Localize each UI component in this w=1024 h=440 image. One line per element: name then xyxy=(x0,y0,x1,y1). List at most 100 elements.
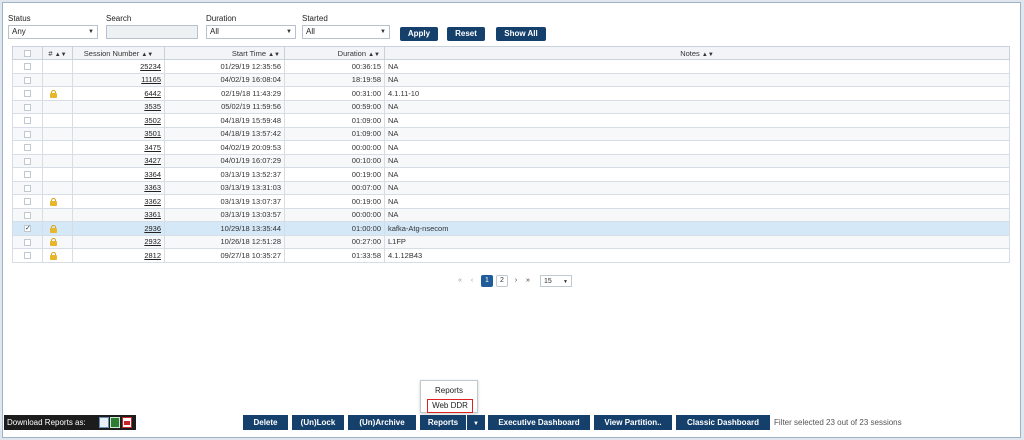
row-checkbox[interactable] xyxy=(24,130,31,138)
session-number-link[interactable]: 25234 xyxy=(72,59,165,74)
row-checkbox[interactable] xyxy=(24,184,31,192)
table-row[interactable]: 3361 03/13/19 13:03:57 00:00:00 NA xyxy=(12,207,1010,222)
row-checkbox-cell[interactable] xyxy=(12,248,43,263)
row-checkbox[interactable] xyxy=(24,117,31,125)
row-checkbox[interactable] xyxy=(24,157,31,165)
duration-select[interactable]: All ▼ xyxy=(206,25,296,39)
row-checkbox[interactable] xyxy=(24,103,31,111)
view-partition-button[interactable]: View Partition.. xyxy=(594,415,672,430)
table-row[interactable]: 11165 04/02/19 16:08:04 18:19:58 NA xyxy=(12,72,1010,87)
delete-button[interactable]: Delete xyxy=(243,415,288,430)
session-number-link[interactable]: 6442 xyxy=(72,86,165,101)
pdf-icon[interactable] xyxy=(122,417,132,428)
row-checkbox-cell[interactable] xyxy=(12,126,43,141)
lock-column-header[interactable]: # ▲▼ xyxy=(42,46,73,60)
first-page-icon[interactable]: « xyxy=(456,275,464,287)
unlock-button[interactable]: (Un)Lock xyxy=(292,415,344,430)
table-row[interactable]: 3427 04/01/19 16:07:29 00:10:00 NA xyxy=(12,153,1010,168)
table-row[interactable]: 3362 03/13/19 13:07:37 00:19:00 NA xyxy=(12,194,1010,209)
row-checkbox-cell[interactable] xyxy=(12,194,43,209)
start-column-header[interactable]: Start Time ▲▼ xyxy=(164,46,285,60)
select-all-checkbox[interactable] xyxy=(24,50,31,58)
table-row[interactable]: 3535 05/02/19 11:59:56 00:59:00 NA xyxy=(12,99,1010,114)
session-number-link[interactable]: 3535 xyxy=(72,99,165,114)
duration-column-header[interactable]: Duration ▲▼ xyxy=(284,46,385,60)
row-checkbox[interactable] xyxy=(24,171,31,179)
web-ddr-menu-item[interactable]: Web DDR xyxy=(427,399,473,413)
table-row[interactable]: 2932 10/26/18 12:51:28 00:27:00 L1FP xyxy=(12,234,1010,249)
table-row[interactable]: 6442 02/19/18 11:43:29 00:31:00 4.1.11-10 xyxy=(12,86,1010,101)
apply-button[interactable]: Apply xyxy=(400,27,438,41)
duration-cell: 00:00:00 xyxy=(284,140,385,155)
session-number-link[interactable]: 3361 xyxy=(72,207,165,222)
row-checkbox[interactable] xyxy=(24,211,31,219)
row-checkbox-cell[interactable] xyxy=(12,180,43,195)
session-number-link[interactable]: 3427 xyxy=(72,153,165,168)
session-number-link[interactable]: 3501 xyxy=(72,126,165,141)
session-number-link[interactable]: 2936 xyxy=(72,221,165,236)
show-all-button[interactable]: Show All xyxy=(496,27,546,41)
row-checkbox-cell[interactable] xyxy=(12,86,43,101)
table-row[interactable]: ✓ 2936 10/29/18 13:35:44 01:00:00 kafka-Atg-… xyxy=(12,221,1010,236)
notes-cell: NA xyxy=(384,153,1010,168)
row-checkbox-cell[interactable] xyxy=(12,59,43,74)
unarchive-button[interactable]: (Un)Archive xyxy=(348,415,416,430)
row-checkbox-cell[interactable] xyxy=(12,72,43,87)
row-checkbox[interactable] xyxy=(24,198,31,206)
session-number-link[interactable]: 2812 xyxy=(72,248,165,263)
reports-button[interactable]: Reports xyxy=(420,415,466,430)
session-column-header[interactable]: Session Number ▲▼ xyxy=(72,46,165,60)
table-row[interactable]: 3364 03/13/19 13:52:37 00:19:00 NA xyxy=(12,167,1010,182)
chevron-down-icon: ▼ xyxy=(563,279,568,285)
session-number-link[interactable]: 2932 xyxy=(72,234,165,249)
row-checkbox-cell[interactable] xyxy=(12,207,43,222)
next-page-icon[interactable]: › xyxy=(512,275,520,287)
session-number-link[interactable]: 3362 xyxy=(72,194,165,209)
search-input[interactable] xyxy=(106,25,198,39)
reports-menu-item[interactable]: Reports xyxy=(421,385,477,397)
row-checkbox[interactable] xyxy=(24,238,31,246)
started-select[interactable]: All ▼ xyxy=(302,25,390,39)
row-checkbox-cell[interactable] xyxy=(12,113,43,128)
classic-dashboard-button[interactable]: Classic Dashboard xyxy=(676,415,770,430)
row-checkbox-cell[interactable] xyxy=(12,99,43,114)
notes-column-header[interactable]: Notes ▲▼ xyxy=(384,46,1010,60)
table-row[interactable]: 25234 01/29/19 12:35:56 00:36:15 NA xyxy=(12,59,1010,74)
table-row[interactable]: 3475 04/02/19 20:09:53 00:00:00 NA xyxy=(12,140,1010,155)
session-number-link[interactable]: 11165 xyxy=(72,72,165,87)
row-checkbox[interactable]: ✓ xyxy=(24,225,31,233)
row-checkbox[interactable] xyxy=(24,144,31,152)
sort-arrows-icon: ▲▼ xyxy=(701,51,714,58)
last-page-icon[interactable]: » xyxy=(524,275,532,287)
excel-icon[interactable] xyxy=(110,417,120,428)
status-select[interactable]: Any ▼ xyxy=(8,25,98,39)
session-number-link[interactable]: 3475 xyxy=(72,140,165,155)
sessions-table: # ▲▼ Session Number ▲▼ Start Time ▲▼ Dur… xyxy=(12,46,1010,263)
page-2-button[interactable]: 2 xyxy=(496,275,508,287)
table-row[interactable]: 2812 09/27/18 10:35:27 01:33:58 4.1.12B43 xyxy=(12,248,1010,263)
reset-button[interactable]: Reset xyxy=(447,27,485,41)
row-checkbox-cell[interactable] xyxy=(12,234,43,249)
session-number-link[interactable]: 3502 xyxy=(72,113,165,128)
executive-dashboard-button[interactable]: Executive Dashboard xyxy=(488,415,590,430)
session-number-link[interactable]: 3364 xyxy=(72,167,165,182)
row-checkbox[interactable] xyxy=(24,90,31,98)
table-row[interactable]: 3502 04/18/19 15:59:48 01:09:00 NA xyxy=(12,113,1010,128)
csv-icon[interactable] xyxy=(99,417,109,428)
page-1-button[interactable]: 1 xyxy=(481,275,493,287)
row-checkbox[interactable] xyxy=(24,76,31,84)
prev-page-icon[interactable]: ‹ xyxy=(468,275,476,287)
reports-dropdown-toggle[interactable]: ▼ xyxy=(467,415,485,430)
table-row[interactable]: 3501 04/18/19 13:57:42 01:09:00 NA xyxy=(12,126,1010,141)
table-row[interactable]: 3363 03/13/19 13:31:03 00:07:00 NA xyxy=(12,180,1010,195)
notes-cell: NA xyxy=(384,126,1010,141)
row-checkbox[interactable] xyxy=(24,63,31,71)
row-checkbox-cell[interactable] xyxy=(12,153,43,168)
row-checkbox[interactable] xyxy=(24,252,31,260)
row-checkbox-cell[interactable] xyxy=(12,167,43,182)
session-number-link[interactable]: 3363 xyxy=(72,180,165,195)
row-checkbox-cell[interactable] xyxy=(12,140,43,155)
row-checkbox-cell[interactable]: ✓ xyxy=(12,221,43,236)
page-size-select[interactable]: 15 ▼ xyxy=(540,275,572,287)
select-all-header[interactable] xyxy=(12,46,43,60)
